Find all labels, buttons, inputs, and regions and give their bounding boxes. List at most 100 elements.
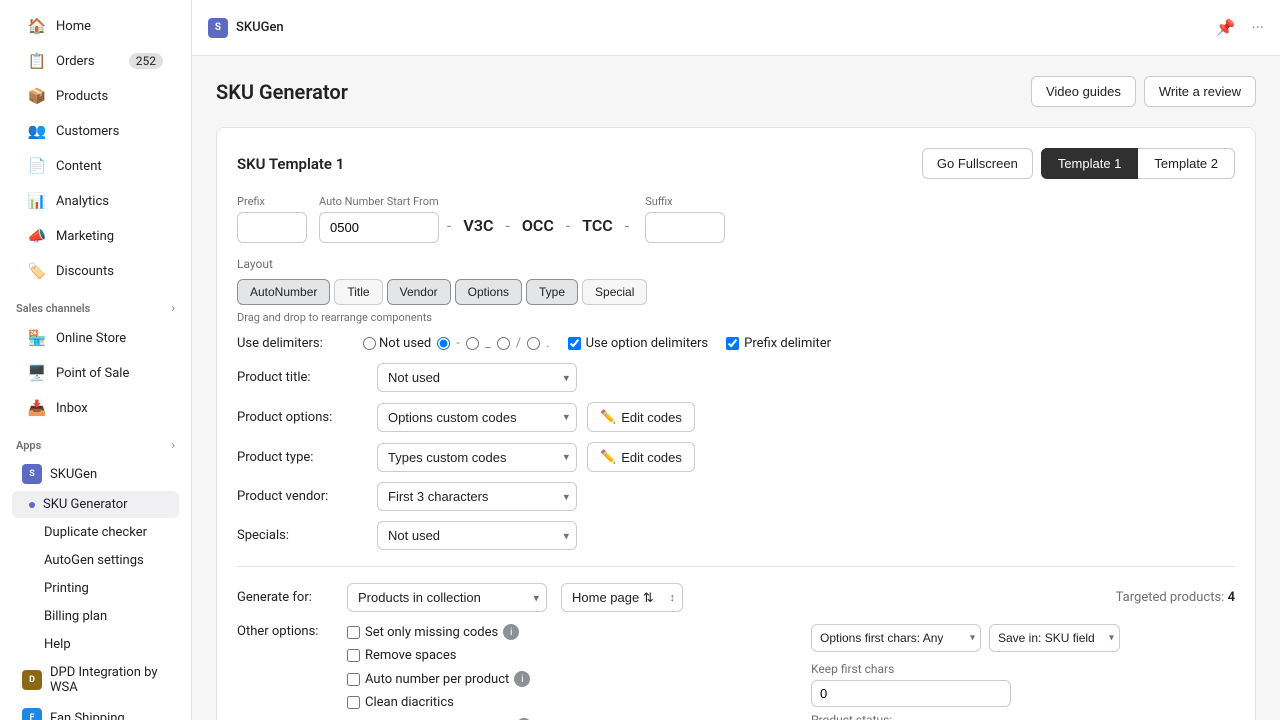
layout-tag-special[interactable]: Special <box>582 279 647 305</box>
video-guides-button[interactable]: Video guides <box>1031 76 1136 107</box>
delimiter-not-used-radio[interactable] <box>363 337 376 350</box>
sidebar-item-autogen-settings[interactable]: AutoGen settings <box>12 547 179 574</box>
sidebar-item-marketing[interactable]: 📣 Marketing <box>12 219 179 253</box>
main-content: S SKUGen 📌 ··· SKU Generator Video guide… <box>192 0 1280 720</box>
options-first-chars-select[interactable]: Options first chars: Any <box>811 624 981 652</box>
online-store-icon: 🏪 <box>28 329 46 347</box>
sidebar-item-inbox[interactable]: 📥 Inbox <box>12 391 179 425</box>
product-type-select[interactable]: Types custom codes <box>377 443 577 472</box>
sidebar-item-discounts[interactable]: 🏷️ Discounts <box>12 254 179 288</box>
prefix-delimiter-input[interactable] <box>726 337 739 350</box>
delimiter-circle[interactable] <box>466 337 479 350</box>
sidebar-item-customers[interactable]: 👥 Customers <box>12 114 179 148</box>
auto-number-per-product-label[interactable]: Auto number per product i <box>347 671 771 687</box>
layout-tag-title[interactable]: Title <box>334 279 382 305</box>
remove-spaces-label[interactable]: Remove spaces <box>347 648 771 663</box>
delimiter-dot-radio[interactable] <box>437 337 450 350</box>
sidebar-item-duplicate-checker[interactable]: Duplicate checker <box>12 519 179 546</box>
sidebar-item-home[interactable]: 🏠 Home <box>12 9 179 43</box>
generate-for-row: Generate for: Products in collection Hom… <box>237 583 1235 612</box>
layout-tags: AutoNumber Title Vendor Options Type Spe… <box>237 279 1235 305</box>
go-fullscreen-button[interactable]: Go Fullscreen <box>922 148 1033 179</box>
dash-separator-3: - <box>558 216 578 243</box>
layout-tag-type[interactable]: Type <box>526 279 578 305</box>
auto-number-input[interactable] <box>319 212 439 243</box>
delimiter-circle2-radio[interactable] <box>497 337 510 350</box>
sidebar-item-skugen[interactable]: S SKUGen <box>12 458 179 490</box>
use-option-delimiters-checkbox[interactable]: Use option delimiters <box>568 336 709 351</box>
delimiter-circle3[interactable] <box>527 337 540 350</box>
sales-channels-label: Sales channels <box>16 302 90 315</box>
sidebar-item-orders[interactable]: 📋 Orders 252 <box>12 44 179 78</box>
product-options-edit-codes-button[interactable]: ✏️ Edit codes <box>587 402 695 432</box>
sidebar-item-analytics[interactable]: 📊 Analytics <box>12 184 179 218</box>
sku-fields-row: Prefix Auto Number Start From - V3C - OC… <box>237 195 1235 243</box>
keep-first-chars-row <box>811 680 1235 707</box>
product-title-select[interactable]: Not used <box>377 363 577 392</box>
apps-expand-icon[interactable]: › <box>171 438 175 453</box>
sidebar-item-products[interactable]: 📦 Products <box>12 79 179 113</box>
specials-label: Specials: <box>237 528 367 543</box>
options-first-chars-row: Options first chars: Any Save in: SKU fi… <box>811 624 1235 652</box>
remove-spaces-checkbox[interactable] <box>347 649 360 662</box>
use-option-delimiters-input[interactable] <box>568 337 581 350</box>
layout-label: Layout <box>237 257 1235 271</box>
set-only-missing-info-icon: i <box>503 624 519 640</box>
product-type-edit-codes-button[interactable]: ✏️ Edit codes <box>587 442 695 472</box>
layout-tag-autonumber[interactable]: AutoNumber <box>237 279 330 305</box>
sidebar-item-help[interactable]: Help <box>12 631 179 658</box>
collection-select-wrap: Home page ⇅ ↕ <box>561 583 683 612</box>
set-only-missing-checkbox[interactable] <box>347 626 360 639</box>
product-vendor-select-wrap: First 3 characters <box>377 482 577 511</box>
product-type-label: Product type: <box>237 450 367 465</box>
product-title-row: Product title: Not used <box>237 363 1235 392</box>
more-options-icon[interactable]: ··· <box>1251 18 1264 37</box>
sku-tcc: TCC <box>578 216 617 243</box>
collection-select[interactable]: Home page ⇅ <box>561 583 683 612</box>
sidebar-item-sku-generator[interactable]: SKU Generator <box>12 491 179 518</box>
prefix-delimiter-checkbox[interactable]: Prefix delimiter <box>726 336 831 351</box>
product-options-select[interactable]: Options custom codes <box>377 403 577 432</box>
sidebar-item-online-store[interactable]: 🏪 Online Store <box>12 321 179 355</box>
template-btn-group: Template 1 Template 2 <box>1041 148 1235 179</box>
product-vendor-select[interactable]: First 3 characters <box>377 482 577 511</box>
generate-for-label: Generate for: <box>237 590 337 605</box>
sidebar-item-fan-shipping[interactable]: F Fan Shipping <box>12 702 179 720</box>
clean-diacritics-label[interactable]: Clean diacritics <box>347 695 771 710</box>
orders-badge: 252 <box>129 53 163 69</box>
delimiter-circle2[interactable] <box>497 337 510 350</box>
delimiter-circle3-radio[interactable] <box>527 337 540 350</box>
template1-button[interactable]: Template 1 <box>1041 148 1139 179</box>
set-only-missing-label[interactable]: Set only missing codes i <box>347 624 771 640</box>
product-status-section: Product status: Only Active <box>811 713 1235 720</box>
save-in-select[interactable]: Save in: SKU field <box>989 624 1120 652</box>
keep-first-chars-input[interactable] <box>811 680 1011 707</box>
delimiter-dot-selected[interactable] <box>437 337 450 350</box>
sidebar-item-billing-plan[interactable]: Billing plan <box>12 603 179 630</box>
inbox-icon: 📥 <box>28 399 46 417</box>
auto-number-per-product-checkbox[interactable] <box>347 673 360 686</box>
template-title: SKU Template 1 <box>237 155 922 173</box>
delimiter-circle-radio[interactable] <box>466 337 479 350</box>
dpd-icon: D <box>22 670 42 690</box>
pin-icon[interactable]: 📌 <box>1216 18 1236 37</box>
suffix-input[interactable] <box>645 212 725 243</box>
sidebar: 🏠 Home 📋 Orders 252 📦 Products 👥 Custome… <box>0 0 192 720</box>
prefix-input[interactable] <box>237 212 307 243</box>
sidebar-item-dpd[interactable]: D DPD Integration by WSA <box>12 659 179 701</box>
sidebar-item-content[interactable]: 📄 Content <box>12 149 179 183</box>
delimiter-row: Use delimiters: Not used - _ / <box>237 336 1235 351</box>
delimiter-label: Use delimiters: <box>237 336 357 351</box>
layout-tag-options[interactable]: Options <box>455 279 522 305</box>
sidebar-item-printing[interactable]: Printing <box>12 575 179 602</box>
delimiter-not-used[interactable]: Not used <box>363 336 431 351</box>
write-review-button[interactable]: Write a review <box>1144 76 1256 107</box>
generate-for-select[interactable]: Products in collection <box>347 583 547 612</box>
specials-select[interactable]: Not used <box>377 521 577 550</box>
sidebar-item-point-of-sale[interactable]: 🖥️ Point of Sale <box>12 356 179 390</box>
template2-button[interactable]: Template 2 <box>1138 148 1235 179</box>
clean-diacritics-checkbox[interactable] <box>347 696 360 709</box>
suffix-field-group: Suffix <box>645 195 725 243</box>
layout-tag-vendor[interactable]: Vendor <box>387 279 451 305</box>
sales-channels-expand-icon[interactable]: › <box>171 301 175 316</box>
